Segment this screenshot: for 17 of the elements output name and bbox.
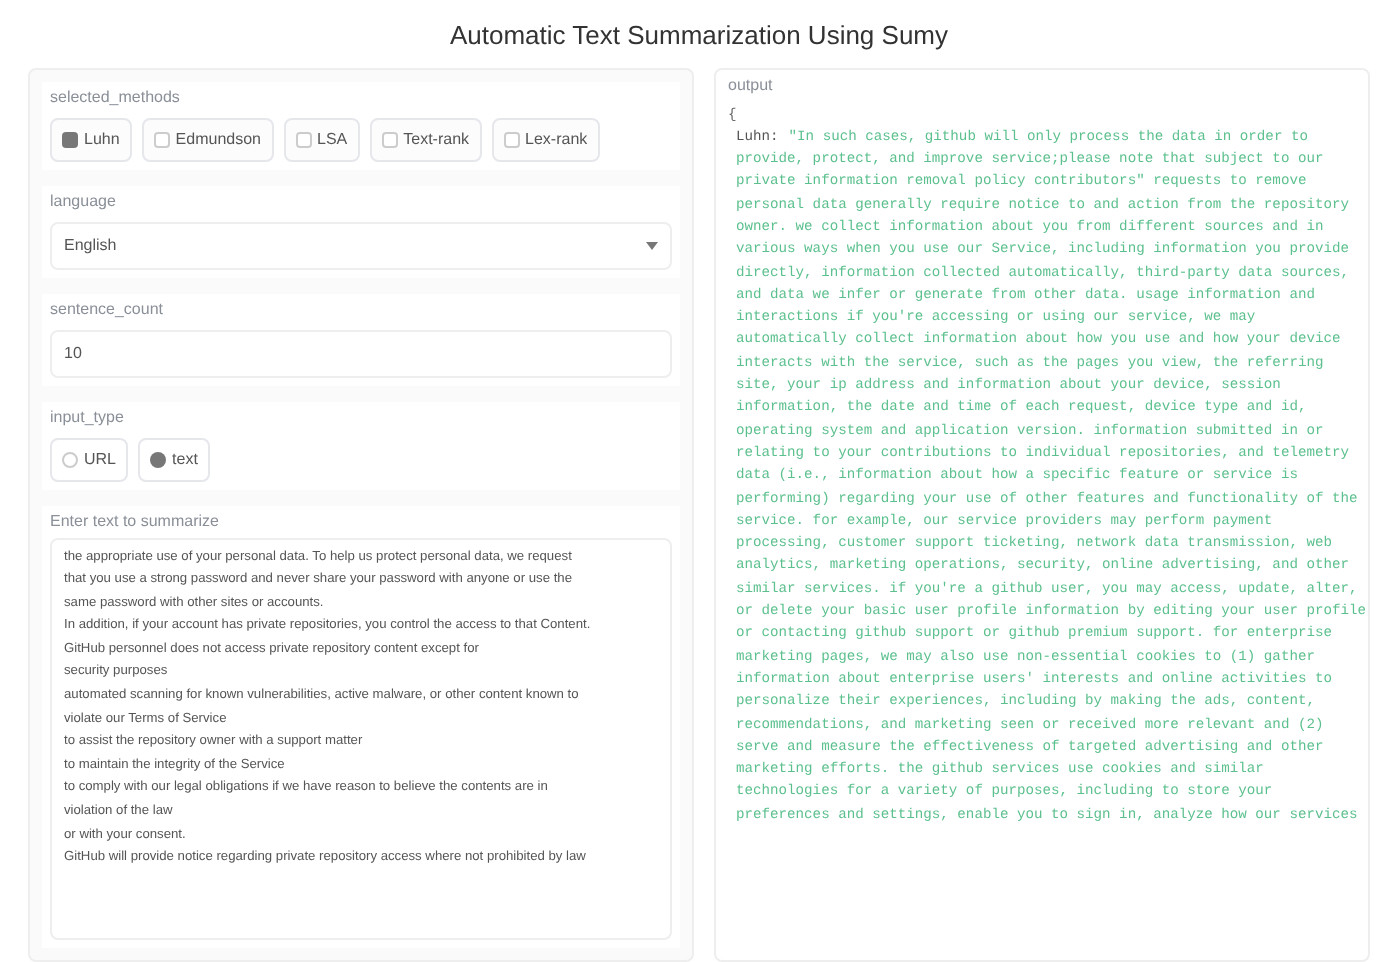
language-dropdown[interactable]: English	[50, 221, 672, 269]
input-type-radio[interactable]: URL	[50, 437, 129, 481]
method-checkbox[interactable]: Luhn	[50, 117, 132, 161]
method-checkbox[interactable]: Edmundson	[141, 117, 273, 161]
field-label: sentence_count	[50, 301, 165, 317]
field-label: selected_methods	[50, 89, 182, 105]
field-label: output	[728, 77, 775, 93]
field-label: Enter text to summarize	[50, 513, 221, 529]
caret-icon	[646, 241, 658, 249]
method-checkbox[interactable]: LSA	[283, 117, 360, 161]
sentence-count-field[interactable]: 10	[50, 329, 672, 377]
page-title: Automatic Text Summarization Using Sumy	[449, 18, 949, 54]
field-label: input_type	[50, 409, 126, 425]
method-checkbox[interactable]: Lex-rank	[491, 117, 600, 161]
field-label: language	[50, 193, 118, 209]
input-type-radio[interactable]: text	[138, 437, 210, 481]
method-checkbox[interactable]: Text-rank	[369, 117, 482, 161]
